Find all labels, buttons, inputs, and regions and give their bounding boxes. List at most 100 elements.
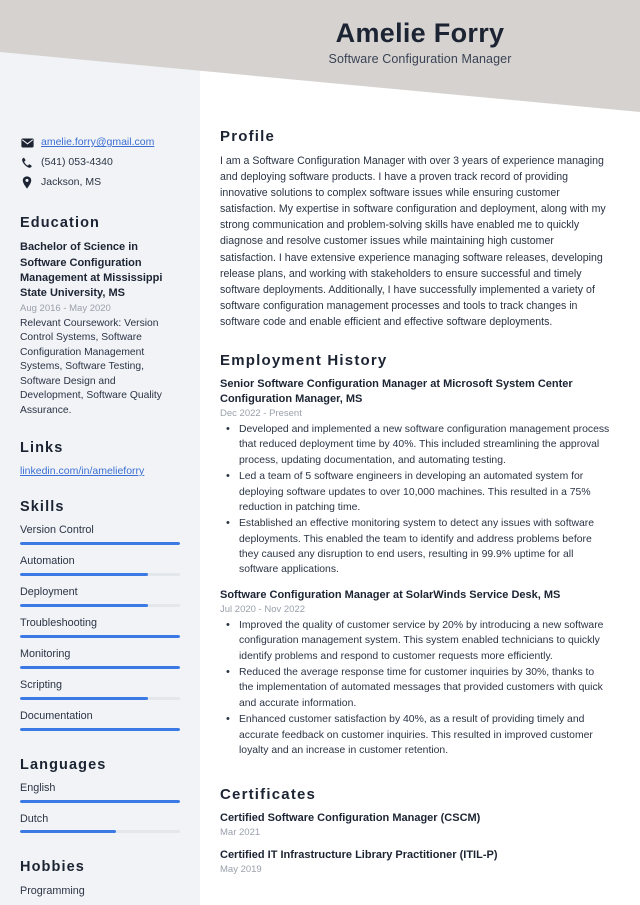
main-column: Profile I am a Software Configuration Ma… [200,0,640,905]
phone-number: (541) 053-4340 [41,156,113,169]
candidate-name: Amelie Forry [335,18,505,48]
skill-label: Documentation [20,709,93,722]
education-section: Education Bachelor of Science in Softwar… [20,215,180,418]
skill-item: Monitoring [20,648,180,669]
hobbies-list: Programming [20,884,180,898]
email-link[interactable]: amelie.forry@gmail.com [41,136,154,149]
skill-meter-track [20,541,180,545]
certificates-list: Certified Software Configuration Manager… [220,811,610,875]
certificate-name: Certified Software Configuration Manager… [220,812,481,825]
job-bullet: Enhanced customer satisfaction by 40%, a… [226,711,610,758]
profile-heading: Profile [220,128,276,145]
skill-meter-track [20,603,180,607]
job-bullet: Led a team of 5 software engineers in de… [226,468,610,515]
education-heading: Education [20,215,100,232]
employment-section: Employment History Senior Software Confi… [220,352,610,758]
job-entry: Senior Software Configuration Manager at… [220,377,610,578]
links-heading: Links [20,439,64,456]
skill-label: Deployment [20,585,78,598]
skill-meter-track [20,696,180,700]
skill-label: Automation [20,554,75,567]
job-date: Dec 2022 - Present [220,407,302,419]
skills-list: Version Control Automation Deployment Troub… [20,524,180,731]
languages-list: English Dutch [20,782,180,834]
certificate-date: Mar 2021 [220,827,261,839]
skill-meter-track [20,727,180,731]
certificates-heading: Certificates [220,786,317,804]
location-text: Jackson, MS [41,176,102,189]
skill-item: Documentation [20,710,180,731]
skill-item: Troubleshooting [20,617,180,638]
hobbies-heading: Hobbies [20,859,85,876]
candidate-job-title: Software Configuration Manager [328,52,512,67]
skill-meter-track [20,572,180,576]
contact-list: amelie.forry@gmail.com (541) 053-4340 Ja… [20,136,180,189]
header-text-block: Amelie Forry Software Configuration Mana… [200,18,640,66]
skill-label: Troubleshooting [20,616,98,629]
language-label: Dutch [20,812,49,825]
envelope-icon [20,136,34,149]
contact-phone-row: (541) 053-4340 [20,156,180,169]
job-entry: Software Configuration Manager at SolarW… [220,588,610,758]
language-meter-track [20,830,180,834]
skill-meter-track [20,665,180,669]
skill-meter-fill [20,541,180,545]
certificate-date: May 2019 [220,864,262,875]
hobbies-section: Hobbies Programming [20,859,180,898]
language-meter-track [20,799,180,803]
links-section: Links linkedin.com/in/amelieforry [20,440,180,477]
job-bullet-list: Improved the quality of customer service… [220,617,610,759]
link-item-linkedin[interactable]: linkedin.com/in/amelieforry [20,465,180,477]
education-description: Relevant Coursework: Version Control Sys… [20,318,162,416]
sidebar: amelie.forry@gmail.com (541) 053-4340 Ja… [0,0,200,905]
job-bullet-list: Developed and implemented a new software… [220,421,610,578]
skill-meter-fill [20,572,148,576]
education-date: Aug 2016 - May 2020 [20,303,111,315]
skills-heading: Skills [20,498,65,515]
skill-label: Scripting [20,678,63,691]
skill-label: Monitoring [20,647,71,660]
skill-item: Version Control [20,524,180,545]
contact-location-row: Jackson, MS [20,176,180,189]
languages-section: Languages English Dutch [20,757,180,834]
certificate-entry: Certified IT Infrastructure Library Prac… [220,848,610,875]
skill-meter-fill [20,603,148,607]
skill-item: Automation [20,555,180,576]
certificate-entry: Certified Software Configuration Manager… [220,811,610,838]
language-meter-fill [20,799,180,803]
certificates-section: Certificates Certified Software Configur… [220,786,610,875]
job-bullet: Established an effective monitoring syst… [226,515,610,578]
language-item: English [20,782,180,803]
job-date: Jul 2020 - Nov 2022 [220,603,306,615]
skill-meter-fill [20,727,180,731]
skill-label: Version Control [20,523,94,536]
job-title: Software Configuration Manager at SolarW… [220,588,561,601]
location-pin-icon [20,176,34,189]
job-bullet: Reduced the average response time for cu… [226,664,610,711]
contact-email-row[interactable]: amelie.forry@gmail.com [20,136,180,149]
job-title: Senior Software Configuration Manager at… [220,378,573,405]
employment-heading: Employment History [220,352,388,370]
phone-icon [20,156,34,169]
language-meter-fill [20,830,116,834]
skill-item: Scripting [20,679,180,700]
skill-meter-fill [20,634,180,638]
language-label: English [20,781,56,794]
languages-heading: Languages [20,756,107,773]
job-bullet: Improved the quality of customer service… [226,617,610,664]
profile-text: I am a Software Configuration Manager wi… [220,155,606,328]
resume-page: Amelie Forry Software Configuration Mana… [0,0,640,905]
job-bullet: Developed and implemented a new software… [226,421,610,468]
skills-section: Skills Version Control Automation Deployme… [20,499,180,731]
language-item: Dutch [20,813,180,834]
jobs-list: Senior Software Configuration Manager at… [220,377,610,758]
skill-meter-track [20,634,180,638]
profile-section: Profile I am a Software Configuration Ma… [220,128,610,330]
hobby-item: Programming [20,885,85,898]
skill-meter-fill [20,696,148,700]
